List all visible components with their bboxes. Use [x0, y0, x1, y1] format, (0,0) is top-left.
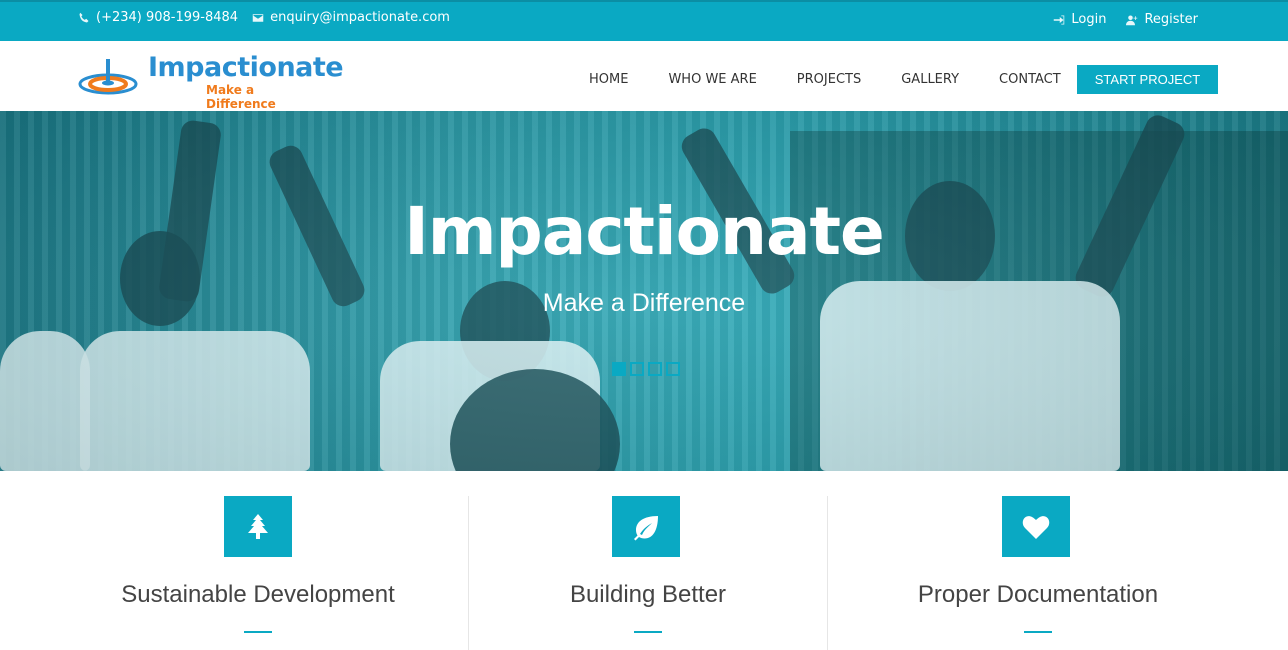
logo-name: Impactionate: [148, 52, 344, 83]
phone-contact[interactable]: (+234) 908-199-8484: [78, 10, 238, 25]
user-plus-icon: [1126, 15, 1138, 25]
feature-title: Proper Documentation: [917, 581, 1159, 608]
phone-icon: [79, 12, 89, 22]
logo-tagline: Make a Difference: [206, 83, 276, 111]
feature-building-better: Building Better: [468, 471, 828, 650]
slider-dot-2[interactable]: [630, 362, 644, 376]
login-label: Login: [1071, 12, 1107, 27]
phone-number: (+234) 908-199-8484: [96, 10, 239, 25]
feature-divider: [634, 631, 662, 633]
feature-icon-box: [612, 496, 680, 557]
top-bar: (+234) 908-199-8484 enquiry@impactionate…: [0, 0, 1288, 41]
register-label: Register: [1144, 12, 1198, 27]
feature-divider: [244, 631, 272, 633]
email-address: enquiry@impactionate.com: [270, 10, 450, 25]
logo-mark-icon: [78, 59, 138, 95]
heart-icon: [1022, 515, 1050, 539]
column-divider: [827, 496, 828, 650]
features-section: Sustainable Development Building Better …: [0, 471, 1288, 650]
feature-title: Building Better: [569, 581, 727, 608]
feature-proper-documentation: Proper Documentation: [858, 471, 1218, 650]
nav-projects[interactable]: PROJECTS: [797, 72, 861, 87]
feature-sustainable-development: Sustainable Development: [78, 471, 438, 650]
register-link[interactable]: Register: [1126, 12, 1198, 27]
feature-title: Sustainable Development: [121, 581, 395, 608]
site-logo[interactable]: Impactionate Make a Difference: [78, 52, 344, 111]
sign-in-icon: [1054, 15, 1065, 24]
nav-who-we-are[interactable]: WHO WE ARE: [668, 72, 756, 87]
start-project-button[interactable]: START PROJECT: [1077, 65, 1218, 94]
slider-dot-1[interactable]: [612, 362, 626, 376]
envelope-icon: [252, 13, 264, 22]
feature-icon-box: [224, 496, 292, 557]
hero-slider: Impactionate Make a Difference: [0, 111, 1288, 471]
hero-subtitle: Make a Difference: [542, 289, 746, 317]
hero-title: Impactionate: [404, 193, 885, 270]
nav-gallery[interactable]: GALLERY: [901, 72, 959, 87]
leaf-icon: [634, 515, 658, 540]
nav-contact[interactable]: CONTACT: [999, 72, 1061, 87]
slider-dot-3[interactable]: [648, 362, 662, 376]
feature-divider: [1024, 631, 1052, 633]
slider-dot-4[interactable]: [666, 362, 680, 376]
tree-icon: [248, 513, 268, 539]
login-link[interactable]: Login: [1053, 12, 1106, 27]
main-navbar: Impactionate Make a Difference HOME WHO …: [0, 41, 1288, 111]
feature-icon-box: [1002, 496, 1070, 557]
nav-home[interactable]: HOME: [589, 72, 628, 87]
email-contact[interactable]: enquiry@impactionate.com: [252, 10, 450, 25]
slider-dots: [612, 362, 680, 376]
primary-nav: HOME WHO WE ARE PROJECTS GALLERY CONTACT: [589, 72, 1101, 87]
